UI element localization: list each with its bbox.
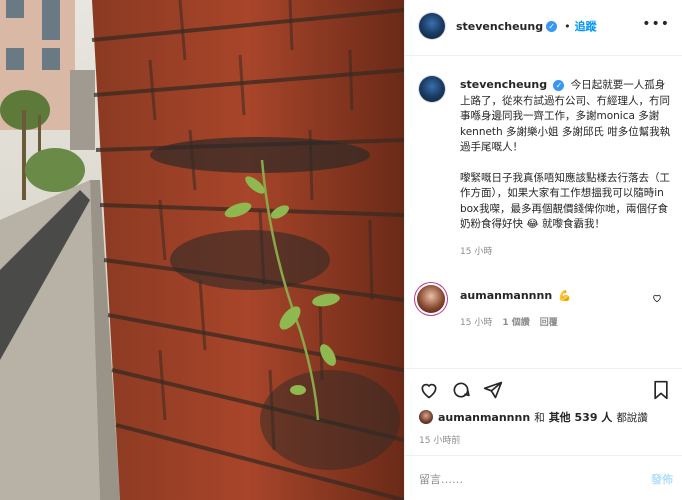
comment-avatar[interactable] (417, 285, 445, 313)
bookmark-icon[interactable] (652, 380, 670, 400)
comment-form: 留言…… 發佈 (419, 471, 673, 487)
share-icon[interactable] (483, 380, 503, 400)
caption-time: 15 小時 (460, 246, 493, 257)
reply-button[interactable]: 回覆 (540, 315, 558, 328)
liker-avatar[interactable] (419, 410, 433, 424)
follow-button[interactable]: 追蹤 (575, 18, 597, 34)
comment-emoji: 💪 (558, 290, 572, 302)
verified-icon: ✓ (546, 20, 558, 32)
caption-username[interactable]: stevencheung (460, 78, 547, 91)
caption-paragraph-2: 嚟緊嘅日子我真係唔知應該點樣去行落去（工作方面），如果大家有工作想搵我可以隨時i… (460, 171, 670, 231)
post-time[interactable]: 15 小時前 (419, 433, 460, 446)
action-bar (419, 380, 503, 400)
comment-input[interactable]: 留言…… (419, 471, 463, 487)
post-header: stevencheung ✓ • 追蹤 (419, 13, 597, 39)
comment-username[interactable]: aumanmannnn (460, 289, 552, 302)
post-comment-button[interactable]: 發佈 (651, 471, 673, 487)
brick-wall-photo (0, 0, 404, 500)
comment-text: aumanmannnn 💪 (460, 289, 571, 302)
verified-icon: ✓ (553, 80, 565, 91)
liker-username[interactable]: aumanmannnn (438, 411, 530, 424)
caption: stevencheung ✓ 今日起就要一人孤身上路了，從來冇試過冇公司、冇經理… (460, 77, 672, 260)
avatar[interactable] (419, 13, 445, 39)
post-panel: stevencheung ✓ • 追蹤 ••• stevencheung ✓ 今… (404, 0, 682, 500)
likes-summary: aumanmannnn 和 其他 539 人 都說讚 (419, 409, 648, 425)
caption-avatar[interactable] (419, 76, 445, 102)
comment-icon[interactable] (451, 380, 471, 400)
post-photo[interactable] (0, 0, 404, 500)
likes-suffix: 都說讚 (616, 411, 648, 424)
comment-meta: 15 小時 1 個讚 回覆 (460, 315, 558, 328)
comment-divider (405, 455, 682, 456)
header-divider (405, 55, 682, 56)
likes-connector: 和 (534, 411, 545, 424)
actions-divider (405, 368, 682, 369)
likes-others[interactable]: 其他 539 人 (549, 409, 613, 425)
heart-icon[interactable] (419, 380, 439, 400)
header-separator: • (564, 19, 571, 33)
more-options-icon[interactable]: ••• (642, 16, 670, 32)
comment-likes[interactable]: 1 個讚 (502, 315, 529, 328)
comment-time: 15 小時 (460, 318, 493, 328)
header-username[interactable]: stevencheung (456, 20, 543, 33)
comment-heart-icon[interactable] (652, 293, 662, 303)
